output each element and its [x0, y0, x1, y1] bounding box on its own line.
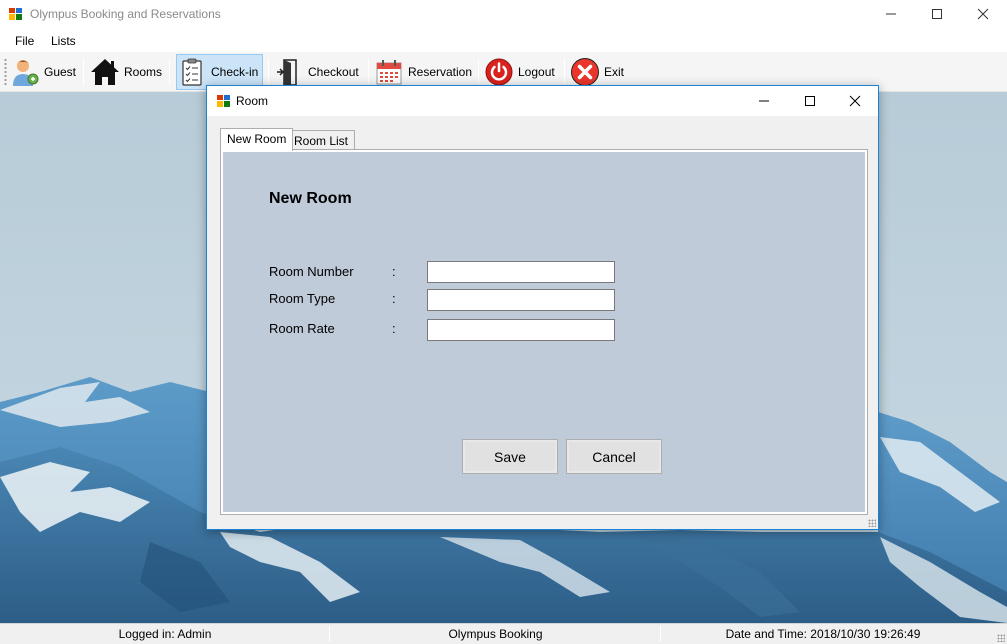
window-title: Olympus Booking and Reservations: [30, 7, 221, 21]
window-resize-grip[interactable]: [997, 634, 1005, 642]
room-type-colon: :: [392, 291, 396, 306]
room-rate-input[interactable]: [427, 319, 615, 341]
toolbar-separator: [83, 59, 84, 85]
dialog-minimize-button[interactable]: [741, 86, 787, 116]
guest-icon: [10, 57, 40, 87]
toolbar-grip[interactable]: [4, 58, 7, 86]
clipboard-icon: [177, 57, 207, 87]
app-icon: [9, 8, 22, 20]
toolbar-guest-button[interactable]: Guest: [10, 54, 76, 90]
status-bar: Logged in: Admin Olympus Booking Date an…: [0, 623, 1007, 644]
room-number-input[interactable]: [427, 261, 615, 283]
room-rate-label: Room Rate: [269, 321, 335, 336]
toolbar-logout-label: Logout: [518, 65, 555, 79]
menu-file[interactable]: File: [15, 34, 34, 48]
toolbar-separator: [368, 59, 369, 85]
toolbar-exit-label: Exit: [604, 65, 625, 79]
dialog-title-bar: Room: [207, 86, 878, 116]
maximize-icon: [932, 9, 942, 19]
toolbar-separator: [268, 59, 269, 85]
close-icon: [977, 8, 989, 20]
save-button[interactable]: Save: [462, 439, 558, 474]
minimize-icon: [759, 100, 769, 102]
menu-lists[interactable]: Lists: [51, 34, 76, 48]
room-number-colon: :: [392, 264, 396, 279]
toolbar-guest-label: Guest: [44, 65, 77, 79]
room-dialog: Room New Room Room List New Room Room Nu…: [206, 85, 879, 530]
app-icon: [217, 95, 230, 107]
status-app-name: Olympus Booking: [448, 627, 543, 641]
room-type-label: Room Type: [269, 291, 336, 306]
power-icon: [484, 57, 514, 87]
maximize-icon: [805, 96, 815, 106]
toolbar-separator: [169, 59, 170, 85]
close-button[interactable]: [960, 0, 1006, 28]
door-exit-icon: [274, 57, 304, 87]
maximize-button[interactable]: [914, 0, 960, 28]
dialog-maximize-button[interactable]: [787, 86, 833, 116]
tab-room-list[interactable]: Room List: [287, 130, 356, 151]
close-icon: [849, 95, 861, 107]
room-rate-colon: :: [392, 321, 396, 336]
dialog-close-button[interactable]: [832, 86, 878, 116]
menu-bar: File Lists: [0, 30, 1007, 52]
room-number-label: Room Number: [269, 264, 354, 279]
close-circle-icon: [570, 57, 600, 87]
toolbar-checkout-label: Checkout: [308, 65, 359, 79]
calendar-icon: [374, 57, 404, 87]
toolbar-reservation-label: Reservation: [408, 65, 473, 79]
cancel-button[interactable]: Cancel: [566, 439, 662, 474]
minimize-icon: [886, 13, 896, 15]
toolbar-rooms-label: Rooms: [124, 65, 163, 79]
toolbar-separator: [478, 59, 479, 85]
house-icon: [90, 57, 120, 87]
toolbar-checkin-label: Check-in: [211, 65, 259, 79]
form-heading: New Room: [269, 190, 352, 207]
toolbar-rooms-button[interactable]: Rooms: [90, 54, 162, 90]
dialog-resize-grip[interactable]: [868, 519, 876, 527]
new-room-form: New Room Room Number : Room Type : Room …: [223, 152, 865, 512]
tab-new-room[interactable]: New Room: [220, 128, 294, 151]
tab-panel-new-room: New Room Room Number : Room Type : Room …: [220, 149, 868, 515]
status-logged-in: Logged in: Admin: [118, 627, 212, 641]
main-title-bar: Olympus Booking and Reservations: [0, 0, 1007, 28]
dialog-title: Room: [236, 94, 269, 108]
toolbar-separator: [564, 59, 565, 85]
room-type-input[interactable]: [427, 289, 615, 311]
minimize-button[interactable]: [868, 0, 914, 28]
status-datetime: Date and Time: 2018/10/30 19:26:49: [725, 627, 921, 641]
